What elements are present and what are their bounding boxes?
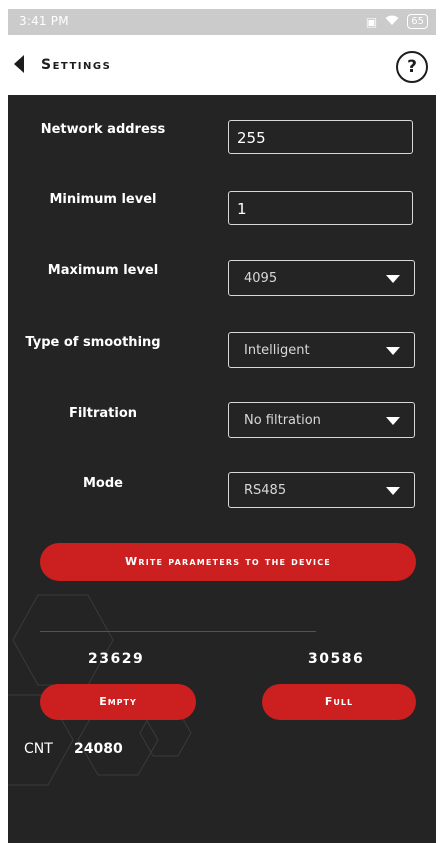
empty-button[interactable]: Empty (40, 684, 196, 720)
full-value: 30586 (308, 651, 365, 667)
page-title: Settings (41, 57, 112, 73)
maximum-level-label: Maximum level (47, 263, 159, 278)
status-bar: 3:41 PM ▣ 65 (8, 9, 436, 35)
dropdown-arrow-icon (386, 275, 400, 283)
filtration-select[interactable]: No filtration (228, 402, 415, 438)
counter-value: 24080 (74, 741, 123, 757)
counter-label: CNT (24, 741, 53, 757)
type-of-smoothing-select[interactable]: Intelligent (228, 332, 415, 368)
dropdown-arrow-icon (386, 347, 400, 355)
minimum-level-input[interactable]: 1 (228, 191, 413, 225)
wifi-icon (385, 15, 399, 29)
full-button[interactable]: Full (262, 684, 416, 720)
dropdown-arrow-icon (386, 487, 400, 495)
sim-icon: ▣ (365, 14, 378, 29)
help-button[interactable]: ? (396, 51, 428, 83)
divider-line (40, 631, 316, 632)
filtration-label: Filtration (68, 406, 138, 421)
type-of-smoothing-label: Type of smoothing (25, 335, 161, 350)
network-address-input[interactable]: 255 (228, 120, 413, 154)
minimum-level-label: Minimum level (49, 192, 157, 207)
status-icons: ▣ 65 (366, 14, 428, 29)
settings-panel: Network address 255 Minimum level 1 Maxi… (8, 95, 436, 843)
mode-label: Mode (83, 476, 123, 491)
status-time: 3:41 PM (19, 14, 69, 28)
dropdown-arrow-icon (386, 417, 400, 425)
mode-select[interactable]: RS485 (228, 472, 415, 508)
back-arrow-icon[interactable] (14, 55, 24, 73)
network-address-label: Network address (40, 122, 166, 137)
maximum-level-value: 4095 (244, 271, 278, 286)
app-header: Settings ? (8, 35, 436, 95)
mode-value: RS485 (244, 483, 287, 498)
filtration-value: No filtration (244, 413, 321, 428)
write-parameters-button[interactable]: Write parameters to the device (40, 543, 416, 581)
empty-value: 23629 (88, 651, 145, 667)
type-of-smoothing-value: Intelligent (244, 343, 310, 358)
maximum-level-select[interactable]: 4095 (228, 260, 415, 296)
battery-icon: 65 (407, 14, 428, 29)
